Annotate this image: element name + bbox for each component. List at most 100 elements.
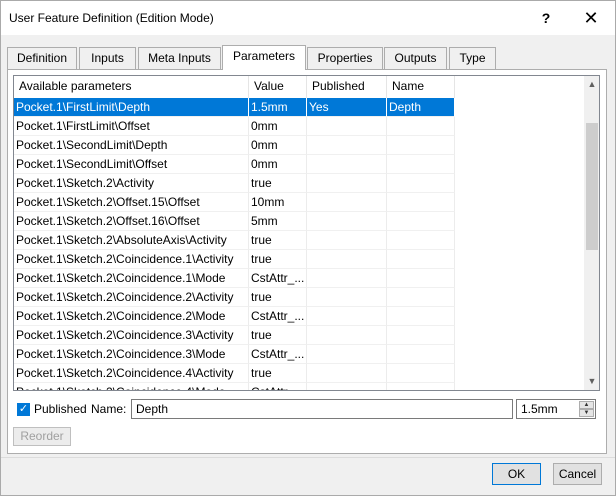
value-spinner[interactable]: 1.5mm ▲ ▼ xyxy=(516,399,596,419)
cell-published xyxy=(307,364,387,383)
reorder-button[interactable]: Reorder xyxy=(13,427,71,446)
cell-parameter: Pocket.1\Sketch.2\Coincidence.3\Activity xyxy=(14,326,249,345)
cell-value: 10mm xyxy=(249,193,307,212)
cell-parameter: Pocket.1\FirstLimit\Offset xyxy=(14,117,249,136)
table-row[interactable]: Pocket.1\Sketch.2\Coincidence.3\Mode CstA… xyxy=(14,345,584,364)
cell-value: 0mm xyxy=(249,155,307,174)
cell-value: CstAttr_... xyxy=(249,307,307,326)
cell-parameter: Pocket.1\Sketch.2\Offset.15\Offset xyxy=(14,193,249,212)
cell-published xyxy=(307,212,387,231)
cell-value: CstAttr_... xyxy=(249,383,307,390)
cell-value: CstAttr_... xyxy=(249,345,307,364)
help-button[interactable]: ? xyxy=(524,1,568,35)
cell-published xyxy=(307,288,387,307)
cell-name xyxy=(387,269,455,288)
cell-name xyxy=(387,117,455,136)
column-header-value[interactable]: Value xyxy=(249,76,307,98)
cancel-button[interactable]: Cancel xyxy=(553,463,602,485)
cell-parameter: Pocket.1\Sketch.2\Coincidence.3\Mode xyxy=(14,345,249,364)
published-label: Published xyxy=(34,402,87,416)
tab-inputs[interactable]: Inputs xyxy=(79,47,136,69)
table-row[interactable]: Pocket.1\Sketch.2\Coincidence.1\Mode CstA… xyxy=(14,269,584,288)
cell-parameter: Pocket.1\SecondLimit\Offset xyxy=(14,155,249,174)
cell-name xyxy=(387,326,455,345)
cell-value: 1.5mm xyxy=(249,98,307,117)
window-title: User Feature Definition (Edition Mode) xyxy=(9,11,214,25)
table-row[interactable]: Pocket.1\Sketch.2\Coincidence.2\Activity… xyxy=(14,288,584,307)
cell-parameter: Pocket.1\Sketch.2\Coincidence.2\Activity xyxy=(14,288,249,307)
spin-up-icon[interactable]: ▲ xyxy=(579,401,594,409)
cell-parameter: Pocket.1\Sketch.2\Coincidence.2\Mode xyxy=(14,307,249,326)
tab-meta-inputs[interactable]: Meta Inputs xyxy=(138,47,221,69)
vertical-scrollbar[interactable]: ▲ ▼ xyxy=(584,76,599,390)
tab-definition[interactable]: Definition xyxy=(7,47,77,69)
cell-parameter: Pocket.1\Sketch.2\Coincidence.4\Activity xyxy=(14,364,249,383)
scroll-up-icon[interactable]: ▲ xyxy=(584,76,599,93)
name-field[interactable]: Depth xyxy=(131,399,513,419)
cell-parameter: Pocket.1\SecondLimit\Depth xyxy=(14,136,249,155)
cell-value: true xyxy=(249,326,307,345)
scroll-down-icon[interactable]: ▼ xyxy=(584,373,599,390)
tab-type[interactable]: Type xyxy=(449,47,496,69)
cell-published xyxy=(307,250,387,269)
parameters-list[interactable]: Available parameters Value Published Nam… xyxy=(13,75,600,391)
table-row[interactable]: Pocket.1\SecondLimit\Offset 0mm xyxy=(14,155,584,174)
cell-value: true xyxy=(249,231,307,250)
table-row[interactable]: Pocket.1\Sketch.2\Coincidence.3\Activity… xyxy=(14,326,584,345)
column-header-published[interactable]: Published xyxy=(307,76,387,98)
cell-value: 0mm xyxy=(249,117,307,136)
cell-value: true xyxy=(249,174,307,193)
cell-published xyxy=(307,193,387,212)
column-header-available-parameters[interactable]: Available parameters xyxy=(14,76,249,98)
cell-name xyxy=(387,212,455,231)
published-checkbox[interactable]: ✓ xyxy=(17,403,30,416)
footer-separator xyxy=(1,457,615,458)
list-body: Pocket.1\FirstLimit\Depth 1.5mm Yes Depth Po… xyxy=(14,98,584,390)
table-row[interactable]: Pocket.1\FirstLimit\Depth 1.5mm Yes Depth xyxy=(14,98,584,117)
table-row[interactable]: Pocket.1\SecondLimit\Depth 0mm xyxy=(14,136,584,155)
tab-parameters[interactable]: Parameters xyxy=(222,45,306,70)
cell-published xyxy=(307,326,387,345)
cell-value: 5mm xyxy=(249,212,307,231)
table-row[interactable]: Pocket.1\FirstLimit\Offset 0mm xyxy=(14,117,584,136)
cell-name xyxy=(387,193,455,212)
table-row[interactable]: Pocket.1\Sketch.2\Coincidence.4\Activity… xyxy=(14,364,584,383)
spinner-buttons: ▲ ▼ xyxy=(579,401,594,417)
cell-published xyxy=(307,174,387,193)
scroll-thumb[interactable] xyxy=(586,123,598,250)
cell-name xyxy=(387,307,455,326)
cell-name xyxy=(387,250,455,269)
table-row[interactable]: Pocket.1\Sketch.2\Offset.16\Offset 5mm xyxy=(14,212,584,231)
table-row[interactable]: Pocket.1\Sketch.2\Activity true xyxy=(14,174,584,193)
column-header-name[interactable]: Name xyxy=(387,76,455,98)
cell-value: CstAttr_... xyxy=(249,269,307,288)
value-spinner-text: 1.5mm xyxy=(521,402,558,416)
table-row[interactable]: Pocket.1\Sketch.2\Offset.15\Offset 10mm xyxy=(14,193,584,212)
title-bar: User Feature Definition (Edition Mode) ?… xyxy=(1,1,615,35)
table-row[interactable]: Pocket.1\Sketch.2\Coincidence.1\Activity… xyxy=(14,250,584,269)
table-row[interactable]: Pocket.1\Sketch.2\Coincidence.2\Mode CstA… xyxy=(14,307,584,326)
table-row[interactable]: Pocket.1\Sketch.2\Coincidence.4\ModeCstA… xyxy=(14,383,584,390)
cell-name xyxy=(387,231,455,250)
cell-parameter: Pocket.1\Sketch.2\Activity xyxy=(14,174,249,193)
tab-outputs[interactable]: Outputs xyxy=(384,47,447,69)
cell-published xyxy=(307,269,387,288)
cell-published xyxy=(307,117,387,136)
cell-published xyxy=(307,383,387,390)
cell-name xyxy=(387,174,455,193)
close-button[interactable]: ✕ xyxy=(569,1,613,35)
cell-published xyxy=(307,136,387,155)
tab-properties[interactable]: Properties xyxy=(307,47,383,69)
ok-button[interactable]: OK xyxy=(492,463,541,485)
cell-value: true xyxy=(249,250,307,269)
cell-published xyxy=(307,345,387,364)
cell-value: true xyxy=(249,364,307,383)
spin-down-icon[interactable]: ▼ xyxy=(579,409,594,417)
name-label: Name: xyxy=(91,402,127,416)
cell-parameter: Pocket.1\Sketch.2\Offset.16\Offset xyxy=(14,212,249,231)
cell-published: Yes xyxy=(307,98,387,117)
tab-strip: Definition Inputs Meta Inputs Parameters… xyxy=(7,45,607,70)
cell-name xyxy=(387,288,455,307)
cell-value: true xyxy=(249,288,307,307)
table-row[interactable]: Pocket.1\Sketch.2\AbsoluteAxis\Activity t… xyxy=(14,231,584,250)
